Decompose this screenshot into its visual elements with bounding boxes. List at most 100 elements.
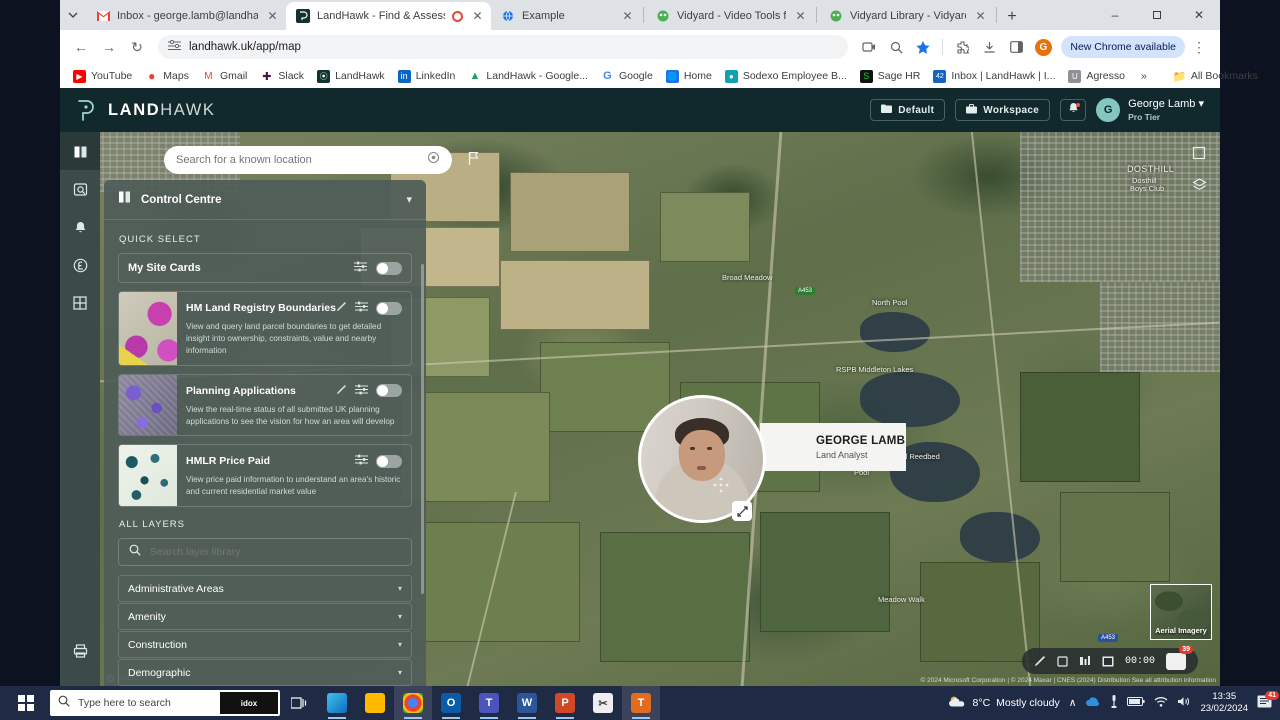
windows-start-icon[interactable]: [4, 686, 48, 720]
chrome-update-pill[interactable]: New Chrome available: [1061, 36, 1185, 58]
category-administrative-areas[interactable]: Administrative Areas ▾: [118, 575, 412, 603]
side-panel-icon[interactable]: [1003, 34, 1029, 60]
layer-toggle[interactable]: [376, 301, 402, 315]
taskbar-app-file-explorer[interactable]: [356, 686, 394, 720]
location-search-bar[interactable]: [164, 146, 452, 174]
control-centre-header[interactable]: Control Centre ▾: [104, 180, 426, 220]
layer-card-hmlr-boundaries[interactable]: HM Land Registry Boundaries View and que…: [118, 291, 412, 366]
weather-widget[interactable]: 8°C Mostly cloudy: [947, 695, 1060, 712]
profile-avatar[interactable]: G: [1030, 34, 1056, 60]
tab-inbox[interactable]: Inbox - george.lamb@landhaw ✕: [86, 2, 286, 30]
reload-icon[interactable]: ↻: [124, 34, 150, 60]
target-locate-icon[interactable]: [427, 151, 440, 169]
tab-example[interactable]: Example ✕: [491, 2, 641, 30]
maximize-button[interactable]: [1136, 0, 1178, 30]
volume-icon[interactable]: [1177, 696, 1191, 710]
layer-library-search[interactable]: [118, 538, 412, 567]
bookmark-inbox-landhawk[interactable]: 42 Inbox | LandHawk | I...: [928, 68, 1060, 85]
bookmark-gmail[interactable]: M Gmail: [197, 68, 252, 85]
bookmark-agresso[interactable]: U Agresso: [1063, 68, 1130, 85]
layer-search-input[interactable]: [150, 546, 401, 559]
tab-landhawk[interactable]: LandHawk - Find & Assess ✕: [286, 2, 491, 30]
tab-close-icon[interactable]: ✕: [265, 9, 280, 24]
bookmark-landhawk[interactable]: ⦿ LandHawk: [312, 68, 390, 85]
tab-close-icon[interactable]: ✕: [470, 9, 485, 24]
tab-close-icon[interactable]: ✕: [973, 9, 988, 24]
blur-board-icon[interactable]: [1102, 656, 1114, 667]
sidebar-item-alerts[interactable]: [60, 208, 100, 246]
chevron-down-icon[interactable]: ▾: [406, 193, 412, 206]
task-view-icon[interactable]: [280, 686, 318, 720]
map-attribution[interactable]: © 2024 Microsoft Corporation | © 2024 Ma…: [921, 677, 1216, 684]
all-bookmarks-button[interactable]: 📁 All Bookmarks: [1168, 68, 1263, 85]
filter-sliders-icon[interactable]: [354, 259, 367, 277]
screen-share-icon[interactable]: 39: [1166, 644, 1193, 670]
taskbar-app-outlook[interactable]: O: [432, 686, 470, 720]
user-menu[interactable]: G George Lamb ▾ Pro Tier: [1096, 98, 1204, 122]
filter-sliders-icon[interactable]: [355, 299, 368, 317]
default-project-button[interactable]: Default: [870, 99, 946, 121]
taskbar-clock[interactable]: 13:35 23/02/2024: [1200, 691, 1248, 715]
layer-toggle[interactable]: [376, 261, 402, 275]
tab-close-icon[interactable]: ✕: [793, 9, 808, 24]
battery-icon[interactable]: [1127, 697, 1146, 709]
chevron-down-icon[interactable]: ▾: [398, 640, 402, 649]
category-construction[interactable]: Construction ▾: [118, 631, 412, 659]
downloads-icon[interactable]: [976, 34, 1002, 60]
sidebar-item-print[interactable]: [60, 632, 100, 670]
taskbar-app-teams-alt[interactable]: T: [622, 686, 660, 720]
layer-toggle[interactable]: [376, 384, 402, 398]
bookmark-landhawk-google[interactable]: ▲ LandHawk - Google...: [463, 68, 593, 85]
new-tab-button[interactable]: +: [999, 4, 1025, 30]
bookmark-google[interactable]: G Google: [596, 68, 658, 85]
filter-sliders-icon[interactable]: [355, 452, 368, 470]
sidebar-item-map[interactable]: [60, 132, 100, 170]
category-demographic[interactable]: Demographic ▾: [118, 659, 412, 686]
sidebar-item-site-search[interactable]: [60, 170, 100, 208]
tab-vidyard-library[interactable]: Vidyard Library - Vidyard ✕: [819, 2, 994, 30]
effects-icon[interactable]: [1079, 655, 1091, 667]
bookmark-maps[interactable]: ● Maps: [140, 68, 194, 85]
taskbar-app-chrome[interactable]: [394, 686, 432, 720]
notifications-button[interactable]: [1060, 99, 1087, 121]
map-canvas[interactable]: DOSTHILL Dosthill Boys Club North Pool R…: [60, 132, 1220, 686]
search-zoom-icon[interactable]: [883, 34, 909, 60]
chevron-down-icon[interactable]: ▾: [398, 584, 402, 593]
back-icon[interactable]: ←: [68, 34, 94, 60]
category-amenity[interactable]: Amenity ▾: [118, 603, 412, 631]
bookmark-youtube[interactable]: ▶ YouTube: [68, 68, 137, 85]
taskbar-app-word[interactable]: W: [508, 686, 546, 720]
close-button[interactable]: ✕: [1178, 0, 1220, 30]
screen-cast-icon[interactable]: [856, 34, 882, 60]
taskbar-app-powerpoint[interactable]: P: [546, 686, 584, 720]
pen-edit-icon[interactable]: [336, 382, 347, 400]
panel-scrollbar[interactable]: [421, 264, 424, 594]
quick-row-my-site-cards[interactable]: My Site Cards: [118, 253, 412, 283]
chevron-down-icon[interactable]: ▾: [398, 612, 402, 621]
minimize-button[interactable]: –: [1094, 0, 1136, 30]
sidebar-item-dashboard[interactable]: [60, 284, 100, 322]
search-input[interactable]: [176, 154, 427, 166]
taskbar-search[interactable]: Type here to search idox: [50, 690, 280, 716]
pen-edit-icon[interactable]: [336, 299, 347, 317]
bookmark-sodexo[interactable]: ● Sodexo Employee B...: [720, 68, 852, 85]
taskbar-app-edge[interactable]: [318, 686, 356, 720]
tab-vidyard-tools[interactable]: Vidyard - Video Tools for Virtua ✕: [646, 2, 814, 30]
forward-icon[interactable]: →: [96, 34, 122, 60]
site-settings-icon[interactable]: [168, 38, 181, 56]
bookmark-star-icon[interactable]: [910, 34, 936, 60]
chevron-down-icon[interactable]: ▾: [398, 668, 402, 677]
tab-close-icon[interactable]: ✕: [620, 9, 635, 24]
usb-icon[interactable]: [1110, 695, 1118, 711]
brand[interactable]: LANDHAWK: [76, 98, 216, 122]
tray-chevron-icon[interactable]: ∧: [1069, 697, 1077, 709]
rectangle-icon[interactable]: [1057, 655, 1068, 667]
taskbar-app-teams[interactable]: T: [470, 686, 508, 720]
layer-toggle[interactable]: [376, 454, 402, 468]
resize-expand-icon[interactable]: [732, 501, 752, 521]
pen-draw-icon[interactable]: [1034, 655, 1046, 667]
draw-rectangle-icon[interactable]: [1186, 140, 1212, 166]
kebab-menu-icon[interactable]: ⋮: [1186, 34, 1212, 60]
layer-card-planning-applications[interactable]: Planning Applications View the real-time…: [118, 373, 412, 437]
sidebar-item-price[interactable]: [60, 246, 100, 284]
